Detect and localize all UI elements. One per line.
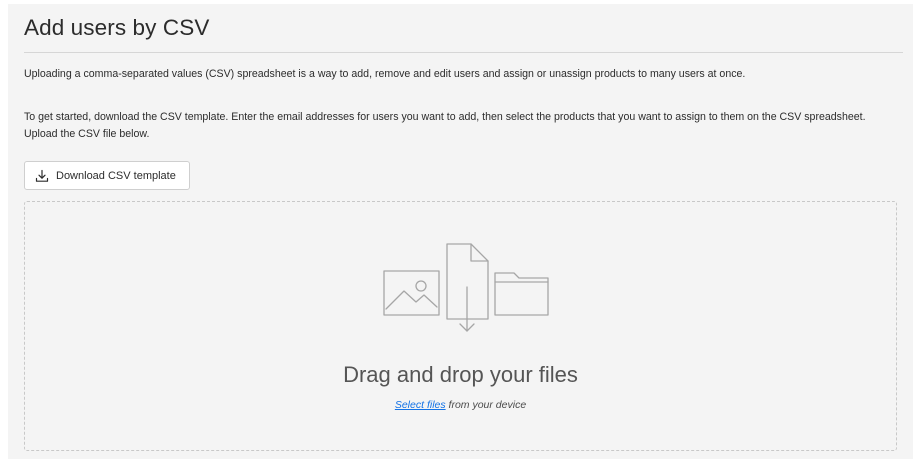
file-dropzone[interactable]: Drag and drop your files Select files fr… bbox=[24, 201, 897, 451]
instructions-text: To get started, download the CSV templat… bbox=[24, 111, 866, 140]
download-icon bbox=[35, 169, 49, 183]
select-files-suffix: from your device bbox=[445, 399, 527, 411]
intro-text: Uploading a comma-separated values (CSV)… bbox=[24, 68, 746, 80]
dropzone-subtitle: Select files from your device bbox=[25, 399, 896, 411]
download-csv-template-button[interactable]: Download CSV template bbox=[24, 161, 190, 190]
folder-icon bbox=[494, 272, 549, 316]
dropzone-illustration bbox=[383, 243, 549, 332]
add-users-csv-dialog: Add users by CSV Uploading a comma-separ… bbox=[8, 4, 913, 459]
image-icon bbox=[383, 270, 440, 316]
dropzone-title: Drag and drop your files bbox=[343, 362, 578, 387]
page-title: Add users by CSV bbox=[24, 15, 210, 40]
title-divider bbox=[24, 52, 903, 53]
document-download-icon bbox=[446, 243, 489, 332]
select-files-link[interactable]: Select files bbox=[395, 399, 446, 411]
download-csv-template-label: Download CSV template bbox=[56, 169, 176, 182]
